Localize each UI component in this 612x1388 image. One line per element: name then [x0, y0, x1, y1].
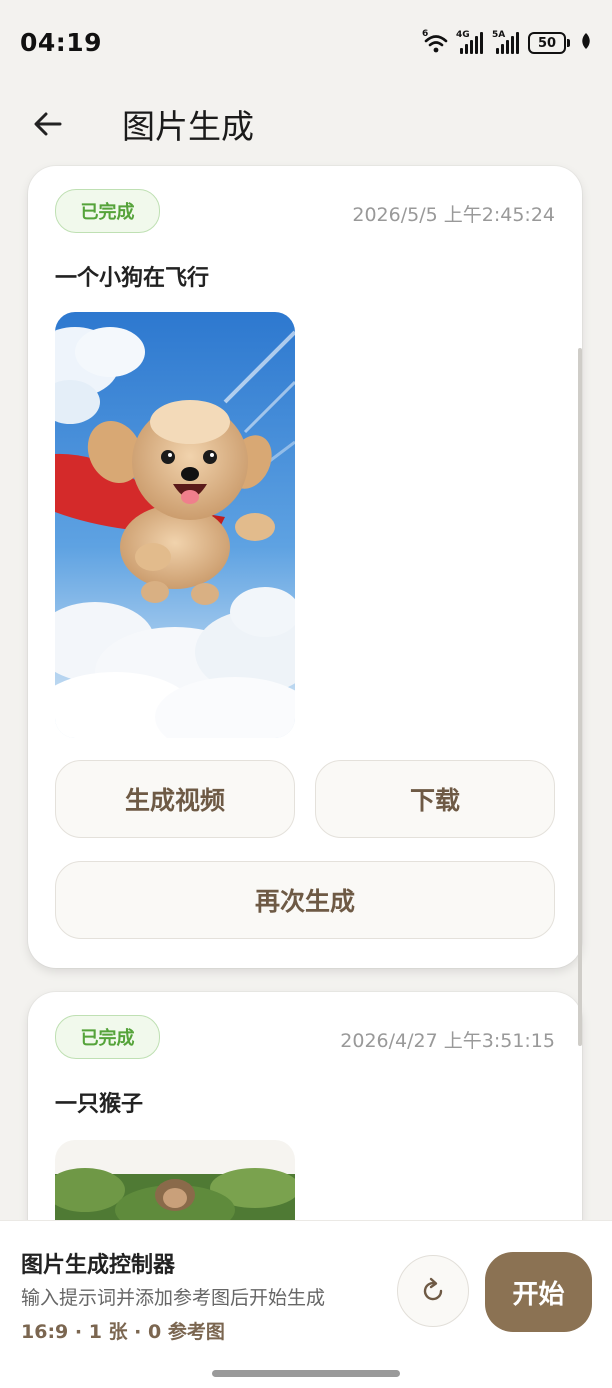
battery-level: 50	[528, 32, 566, 54]
timestamp: 2026/4/27 上午3:51:15	[340, 1030, 555, 1052]
home-indicator[interactable]	[212, 1370, 400, 1377]
wifi-icon: 6	[422, 29, 450, 54]
download-button[interactable]: 下载	[315, 760, 555, 838]
page-title: 图片生成	[122, 107, 254, 146]
prompt-text: 一只猴子	[55, 1092, 144, 1117]
wifi-label: 6	[422, 29, 429, 39]
controller-settings-summary[interactable]: 16:9 · 1 张 · 0 参考图	[21, 1317, 225, 1344]
app-header: 图片生成	[0, 88, 612, 160]
regenerate-button[interactable]: 再次生成	[55, 861, 555, 939]
prompt-text: 一个小狗在飞行	[55, 266, 210, 291]
status-time: 04:19	[20, 28, 103, 57]
generate-video-button[interactable]: 生成视频	[55, 760, 295, 838]
timestamp: 2026/5/5 上午2:45:24	[352, 204, 555, 226]
status-bar: 04:19 6 4G 5A 50	[0, 0, 612, 88]
status-badge: 已完成	[55, 189, 160, 233]
generated-image[interactable]	[55, 1140, 295, 1220]
history-list[interactable]: 已完成 2026/5/5 上午2:45:24 一个小狗在飞行 生成视频 下载 再…	[0, 160, 612, 1220]
signal-5a-icon: 5A	[492, 30, 522, 54]
start-button[interactable]: 开始	[485, 1252, 592, 1332]
controller-title: 图片生成控制器	[21, 1253, 176, 1278]
controller-subtitle: 输入提示词并添加参考图后开始生成	[21, 1287, 326, 1309]
refresh-button[interactable]	[397, 1255, 469, 1327]
generation-controller: 图片生成控制器 输入提示词并添加参考图后开始生成 16:9 · 1 张 · 0 …	[0, 1220, 612, 1363]
signal-4g-icon: 4G	[456, 30, 486, 54]
status-icons: 6 4G 5A 50	[422, 29, 592, 54]
generated-image[interactable]	[55, 312, 295, 738]
leaf-icon	[580, 32, 592, 54]
generation-card: 已完成 2026/5/5 上午2:45:24 一个小狗在飞行 生成视频 下载 再…	[28, 166, 582, 968]
generation-card: 已完成 2026/4/27 上午3:51:15 一只猴子	[28, 992, 582, 1220]
signal-4g-label: 4G	[456, 30, 470, 40]
refresh-icon	[423, 1277, 443, 1301]
battery-icon: 50	[528, 32, 570, 54]
status-badge: 已完成	[55, 1015, 160, 1059]
signal-5a-label: 5A	[492, 30, 506, 40]
navigation-bar	[0, 1362, 612, 1388]
scrollbar[interactable]	[578, 348, 582, 1046]
back-button[interactable]	[28, 104, 68, 144]
arrow-left-icon	[34, 112, 62, 136]
